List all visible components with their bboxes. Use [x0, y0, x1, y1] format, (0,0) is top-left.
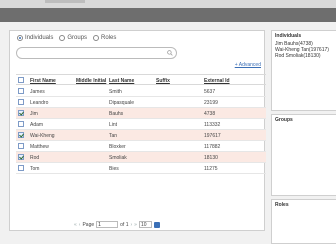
radio-individuals[interactable]: Individuals	[17, 35, 53, 41]
entity-type-radios: Individuals Groups Roles	[17, 35, 116, 41]
modal-header	[0, 8, 336, 22]
table-row[interactable]: Wai-Kheng Tan 197617	[16, 130, 266, 141]
cell-last-name: Lint	[109, 122, 118, 128]
cell-first-name: Tom	[30, 166, 40, 172]
table-row[interactable]: Rod Smoliak 18130	[16, 152, 266, 163]
radio-label: Groups	[67, 35, 88, 41]
table-row[interactable]: Leandro Dipasquale 23199	[16, 97, 266, 108]
selected-individual[interactable]: Rod Smoliak(18130)	[275, 53, 333, 59]
page-number-input[interactable]	[96, 221, 119, 228]
cell-first-name: Adam	[30, 122, 44, 128]
search-icon[interactable]	[167, 50, 173, 56]
cell-last-name: Dipasquale	[109, 100, 135, 106]
cell-last-name: Tan	[109, 133, 118, 139]
cell-last-name: Bloxker	[109, 144, 126, 150]
row-checkbox[interactable]	[18, 110, 24, 116]
groups-title: Groups	[275, 117, 293, 123]
cell-first-name: Matthew	[30, 144, 49, 150]
radio-button[interactable]	[59, 35, 66, 41]
table-row[interactable]: James Smith 5637	[16, 86, 266, 97]
app-title-placeholder	[45, 0, 85, 3]
cell-external-id: 117882	[204, 144, 221, 150]
row-checkbox[interactable]	[18, 165, 24, 171]
cell-external-id: 11275	[204, 166, 218, 172]
cell-first-name: Rod	[30, 155, 40, 161]
search-input[interactable]	[16, 47, 177, 59]
cell-first-name: Leandro	[30, 100, 49, 106]
radio-label: Roles	[101, 35, 117, 41]
roles-title: Roles	[275, 202, 289, 208]
pagination: « ‹ Page of 1 › » 10	[74, 221, 160, 228]
groups-panel: Groups	[271, 114, 336, 196]
cell-last-name: Smoliak	[109, 155, 127, 161]
column-last-name[interactable]: Last Name	[109, 78, 134, 84]
cell-last-name: Smith	[109, 89, 122, 95]
prev-page-button[interactable]: ‹	[79, 222, 81, 228]
row-checkbox[interactable]	[18, 143, 24, 149]
individuals-title: Individuals	[275, 33, 302, 39]
row-checkbox[interactable]	[18, 154, 24, 160]
row-checkbox[interactable]	[18, 99, 24, 105]
last-page-button[interactable]: »	[134, 222, 137, 228]
roles-panel: Roles	[271, 199, 336, 244]
radio-groups[interactable]: Groups	[59, 35, 87, 41]
cell-external-id: 197617	[204, 133, 221, 139]
page-size-dropdown-icon[interactable]	[153, 221, 160, 228]
table-row[interactable]: Adam Lint 113332	[16, 119, 266, 130]
column-suffix[interactable]: Suffix	[156, 78, 170, 84]
table-row[interactable]: Matthew Bloxker 117882	[16, 141, 266, 152]
radio-label: Individuals	[25, 35, 54, 41]
app-top-bar	[0, 0, 336, 8]
cell-last-name: Bies	[109, 166, 119, 172]
cell-first-name: Jim	[30, 111, 38, 117]
column-external-id[interactable]: External Id	[204, 78, 230, 84]
select-all-checkbox[interactable]	[18, 77, 24, 83]
row-checkbox[interactable]	[18, 121, 24, 127]
grid-header: First Name Middle Initial Last Name Suff…	[16, 74, 266, 85]
cell-first-name: Wai-Kheng	[30, 133, 55, 139]
cell-last-name: Bauhs	[109, 111, 124, 117]
page-size-select[interactable]: 10	[138, 221, 152, 228]
page-label: Page	[82, 221, 95, 228]
cell-external-id: 5637	[204, 89, 216, 95]
row-checkbox[interactable]	[18, 88, 24, 94]
cell-external-id: 4738	[204, 111, 216, 117]
cell-first-name: James	[30, 89, 45, 95]
page-count-label: of 1	[120, 221, 129, 228]
table-row[interactable]: Jim Bauhs 4738	[16, 108, 266, 119]
table-row[interactable]: Tom Bies 11275	[16, 163, 266, 174]
column-middle-initial[interactable]: Middle Initial	[76, 78, 106, 84]
radio-roles[interactable]: Roles	[93, 35, 116, 41]
row-checkbox[interactable]	[18, 132, 24, 138]
cell-external-id: 113332	[204, 122, 221, 128]
radio-button[interactable]	[17, 35, 23, 41]
next-page-button[interactable]: ›	[130, 222, 132, 228]
individuals-panel: Individuals Jim Bauhs(4738) Wai-Kheng Ta…	[271, 30, 336, 111]
advanced-search-link[interactable]: + Advanced	[235, 62, 261, 68]
column-first-name[interactable]: First Name	[30, 78, 56, 84]
cell-external-id: 23199	[204, 100, 218, 106]
cell-external-id: 18130	[204, 155, 218, 161]
radio-button[interactable]	[93, 35, 100, 41]
first-page-button[interactable]: «	[74, 222, 77, 228]
selection-panel: Individuals Groups Roles + Advanced Firs…	[9, 30, 266, 231]
